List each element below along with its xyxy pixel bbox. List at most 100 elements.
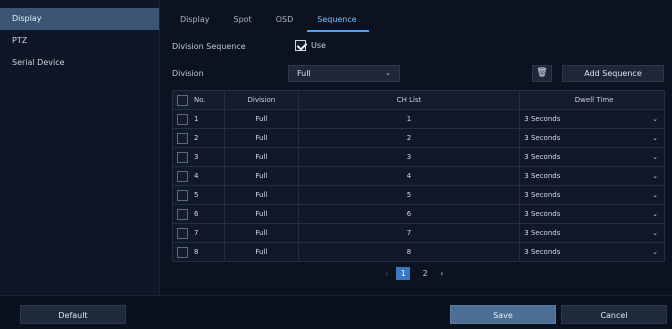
prev-page-icon[interactable]: ‹ xyxy=(385,269,388,278)
chevron-down-icon: ⌄ xyxy=(652,115,658,123)
add-sequence-button[interactable]: Add Sequence xyxy=(562,65,664,82)
table-row[interactable]: 2 Full 2 3 Seconds ⌄ xyxy=(172,128,665,148)
table-row[interactable]: 3 Full 3 3 Seconds ⌄ xyxy=(172,147,665,167)
cell-division: Full xyxy=(223,204,299,224)
chevron-down-icon: ⌄ xyxy=(652,210,658,218)
row-number: 1 xyxy=(194,115,199,123)
row-checkbox[interactable] xyxy=(177,208,188,220)
sidebar-item-display[interactable]: Display xyxy=(0,8,159,30)
use-checkbox-group[interactable]: Use xyxy=(295,40,326,51)
cell-division: Full xyxy=(223,147,299,167)
sidebar-item-serial-device[interactable]: Serial Device xyxy=(0,52,159,74)
cell-ch-list[interactable]: 3 xyxy=(297,147,521,167)
dwell-time-value: 3 Seconds xyxy=(524,191,561,199)
row-checkbox[interactable] xyxy=(177,170,188,182)
cell-ch-list[interactable]: 1 xyxy=(297,109,521,129)
dwell-time-select[interactable]: 3 Seconds ⌄ xyxy=(519,128,665,148)
row-number: 7 xyxy=(194,229,199,237)
chevron-down-icon: ⌄ xyxy=(652,191,658,199)
cell-no: 3 xyxy=(172,147,225,167)
chevron-down-icon: ⌄ xyxy=(652,172,658,180)
row-checkbox[interactable] xyxy=(177,151,188,163)
cell-division: Full xyxy=(223,109,299,129)
table-row[interactable]: 7 Full 7 3 Seconds ⌄ xyxy=(172,223,665,243)
tab-bar: Display Spot OSD Sequence xyxy=(180,8,381,32)
cancel-button[interactable]: Cancel xyxy=(561,305,667,324)
dwell-time-value: 3 Seconds xyxy=(524,229,561,237)
division-select[interactable]: Full ⌄ xyxy=(288,65,400,82)
sequence-table: No. Division CH List Dwell Time 1 Full 1 3 … xyxy=(172,90,665,262)
chevron-down-icon: ⌄ xyxy=(652,134,658,142)
sidebar-item-ptz[interactable]: PTZ xyxy=(0,30,159,52)
default-button[interactable]: Default xyxy=(20,305,126,324)
table-header-row: No. Division CH List Dwell Time xyxy=(172,90,665,110)
dwell-time-select[interactable]: 3 Seconds ⌄ xyxy=(519,109,665,129)
sidebar: Display PTZ Serial Device xyxy=(0,0,160,295)
page-1[interactable]: 1 xyxy=(396,267,411,280)
dwell-time-value: 3 Seconds xyxy=(524,153,561,161)
cell-no: 7 xyxy=(172,223,225,243)
row-number: 2 xyxy=(194,134,199,142)
header-dwell-time: Dwell Time xyxy=(519,90,665,110)
header-no-label: No. xyxy=(194,96,206,104)
dwell-time-select[interactable]: 3 Seconds ⌄ xyxy=(519,147,665,167)
dwell-time-select[interactable]: 3 Seconds ⌄ xyxy=(519,223,665,243)
table-row[interactable]: 6 Full 6 3 Seconds ⌄ xyxy=(172,204,665,224)
row-number: 6 xyxy=(194,210,199,218)
cell-division: Full xyxy=(223,185,299,205)
table-row[interactable]: 1 Full 1 3 Seconds ⌄ xyxy=(172,109,665,129)
row-checkbox[interactable] xyxy=(177,189,188,201)
chevron-down-icon: ⌄ xyxy=(652,229,658,237)
dwell-time-value: 3 Seconds xyxy=(524,172,561,180)
division-label: Division xyxy=(172,69,204,78)
dwell-time-value: 3 Seconds xyxy=(524,134,561,142)
pagination: ‹ 1 2 › xyxy=(385,267,443,280)
row-checkbox[interactable] xyxy=(177,246,188,258)
dwell-time-select[interactable]: 3 Seconds ⌄ xyxy=(519,185,665,205)
row-checkbox[interactable] xyxy=(177,132,188,144)
cell-no: 4 xyxy=(172,166,225,186)
main-panel: Display Spot OSD Sequence Division Seque… xyxy=(160,0,672,295)
use-label: Use xyxy=(311,41,326,50)
save-button[interactable]: Save xyxy=(450,305,556,324)
cell-no: 5 xyxy=(172,185,225,205)
row-number: 8 xyxy=(194,248,199,256)
dwell-time-select[interactable]: 3 Seconds ⌄ xyxy=(519,166,665,186)
division-sequence-label: Division Sequence xyxy=(172,42,246,51)
tab-osd[interactable]: OSD xyxy=(276,8,312,32)
row-number: 3 xyxy=(194,153,199,161)
dwell-time-value: 3 Seconds xyxy=(524,248,561,256)
dwell-time-select[interactable]: 3 Seconds ⌄ xyxy=(519,242,665,262)
cell-ch-list[interactable]: 7 xyxy=(297,223,521,243)
page-2[interactable]: 2 xyxy=(418,267,432,280)
table-row[interactable]: 5 Full 5 3 Seconds ⌄ xyxy=(172,185,665,205)
cell-ch-list[interactable]: 6 xyxy=(297,204,521,224)
select-all-checkbox[interactable] xyxy=(177,94,188,106)
cell-ch-list[interactable]: 5 xyxy=(297,185,521,205)
tab-sequence[interactable]: Sequence xyxy=(307,8,374,32)
cell-no: 8 xyxy=(172,242,225,262)
cell-division: Full xyxy=(223,128,299,148)
chevron-down-icon: ⌄ xyxy=(652,248,658,256)
chevron-down-icon: ⌄ xyxy=(652,153,658,161)
tab-display[interactable]: Display xyxy=(180,8,228,32)
tab-spot[interactable]: Spot xyxy=(234,8,270,32)
cell-no: 6 xyxy=(172,204,225,224)
division-select-value: Full xyxy=(297,69,311,78)
use-checkbox[interactable] xyxy=(295,40,306,51)
cell-ch-list[interactable]: 2 xyxy=(297,128,521,148)
row-number: 5 xyxy=(194,191,199,199)
next-page-icon[interactable]: › xyxy=(440,269,443,278)
header-division: Division xyxy=(223,90,299,110)
cell-ch-list[interactable]: 4 xyxy=(297,166,521,186)
dwell-time-value: 3 Seconds xyxy=(524,210,561,218)
table-row[interactable]: 4 Full 4 3 Seconds ⌄ xyxy=(172,166,665,186)
cell-no: 1 xyxy=(172,109,225,129)
delete-button[interactable]: 🗑 xyxy=(532,65,552,82)
cell-ch-list[interactable]: 8 xyxy=(297,242,521,262)
table-row[interactable]: 8 Full 8 3 Seconds ⌄ xyxy=(172,242,665,262)
trash-icon: 🗑 xyxy=(536,68,548,78)
row-checkbox[interactable] xyxy=(177,113,188,125)
row-checkbox[interactable] xyxy=(177,227,188,239)
dwell-time-select[interactable]: 3 Seconds ⌄ xyxy=(519,204,665,224)
